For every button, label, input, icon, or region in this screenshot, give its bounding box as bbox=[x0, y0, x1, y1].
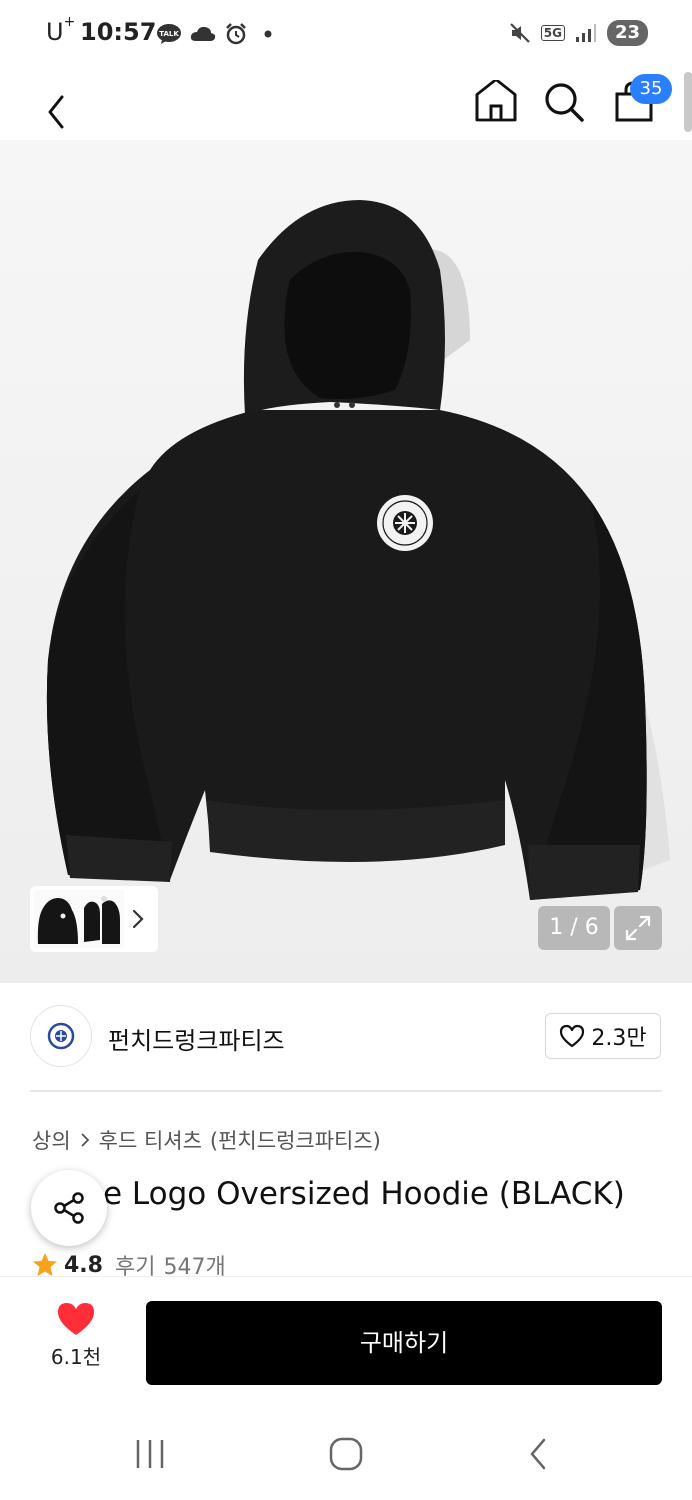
talk-icon: TALK bbox=[157, 24, 181, 44]
back-nav-button[interactable] bbox=[520, 1436, 560, 1472]
notification-icons: TALK bbox=[156, 22, 276, 46]
rating-value: 4.8 bbox=[64, 1252, 103, 1278]
buy-button[interactable]: 구매하기 bbox=[146, 1301, 662, 1385]
system-nav-bar bbox=[0, 1404, 692, 1500]
dot-icon bbox=[264, 30, 272, 38]
status-bar: U+ 10:57 TALK 5G 23 bbox=[0, 0, 692, 70]
heart-outline-icon bbox=[560, 1024, 585, 1048]
bottom-action-bar: 6.1천 구매하기 bbox=[0, 1276, 692, 1404]
brand-like-count: 2.3만 bbox=[591, 1026, 647, 1051]
thumbnail-more-button[interactable] bbox=[124, 899, 152, 939]
share-button[interactable] bbox=[31, 1170, 107, 1246]
search-icon bbox=[545, 83, 584, 122]
heart-filled-icon bbox=[58, 1303, 94, 1335]
product-photo bbox=[46, 200, 670, 900]
mute-icon bbox=[509, 23, 530, 43]
home-button[interactable] bbox=[474, 78, 518, 124]
brand-name[interactable]: 펀치드렁크파티즈 bbox=[108, 1021, 285, 1056]
rating-row[interactable]: 4.8 후기 547개 bbox=[32, 1252, 226, 1278]
home-icon bbox=[475, 78, 517, 122]
back-icon bbox=[48, 95, 64, 129]
network-5g-icon: 5G bbox=[540, 25, 565, 41]
star-icon bbox=[33, 1253, 57, 1276]
battery-icon: 23 bbox=[606, 20, 648, 46]
review-label: 후기 bbox=[114, 1255, 156, 1278]
divider bbox=[30, 1090, 662, 1092]
share-icon bbox=[54, 1192, 84, 1224]
back-button[interactable] bbox=[38, 80, 78, 130]
carrier-label: U+ bbox=[46, 14, 76, 46]
home-button-icon bbox=[329, 1437, 363, 1471]
product-like-count: 6.1천 bbox=[50, 1345, 102, 1369]
product-like-button[interactable]: 6.1천 bbox=[34, 1301, 118, 1381]
thumbnail-image[interactable] bbox=[34, 890, 124, 948]
chevron-right-icon bbox=[132, 909, 144, 929]
breadcrumb-brand[interactable]: (펀치드렁크파티즈) bbox=[210, 1125, 381, 1155]
alarm-icon bbox=[226, 23, 246, 45]
status-time: 10:57 bbox=[80, 18, 157, 46]
expand-icon bbox=[625, 915, 651, 941]
product-image-gallery[interactable]: 1 / 6 bbox=[0, 140, 692, 983]
brand-like-button[interactable]: 2.3만 bbox=[545, 1013, 661, 1059]
cloud-icon bbox=[190, 26, 216, 41]
home-nav-button[interactable] bbox=[326, 1436, 366, 1472]
review-count: 547개 bbox=[163, 1255, 226, 1278]
search-button[interactable] bbox=[542, 80, 586, 124]
brand-logo-icon bbox=[47, 1022, 75, 1050]
app-header: 35 bbox=[0, 70, 692, 140]
breadcrumb-subcategory[interactable]: 후드 티셔츠 bbox=[99, 1125, 202, 1155]
recent-apps-icon bbox=[136, 1440, 164, 1468]
brand-row[interactable]: 펀치드렁크파티즈 2.3만 bbox=[0, 983, 692, 1091]
scroll-indicator bbox=[684, 72, 692, 132]
svg-text:TALK: TALK bbox=[159, 30, 179, 38]
cart-count-badge: 35 bbox=[630, 74, 672, 104]
thumbnail-strip[interactable] bbox=[30, 886, 158, 952]
signal-icon bbox=[575, 24, 596, 42]
chevron-right-icon bbox=[81, 1133, 89, 1147]
recent-apps-button[interactable] bbox=[132, 1436, 172, 1472]
expand-button[interactable] bbox=[614, 906, 662, 950]
product-title: e Logo Oversized Hoodie (BLACK) bbox=[103, 1176, 625, 1212]
brand-logo[interactable] bbox=[30, 1005, 92, 1067]
breadcrumb: 상의 후드 티셔츠 (펀치드렁크파티즈) bbox=[32, 1125, 381, 1155]
gallery-page-counter: 1 / 6 bbox=[538, 906, 610, 950]
breadcrumb-category[interactable]: 상의 bbox=[32, 1125, 71, 1155]
system-icons: 5G 23 bbox=[509, 20, 648, 46]
back-button-icon bbox=[530, 1438, 546, 1470]
